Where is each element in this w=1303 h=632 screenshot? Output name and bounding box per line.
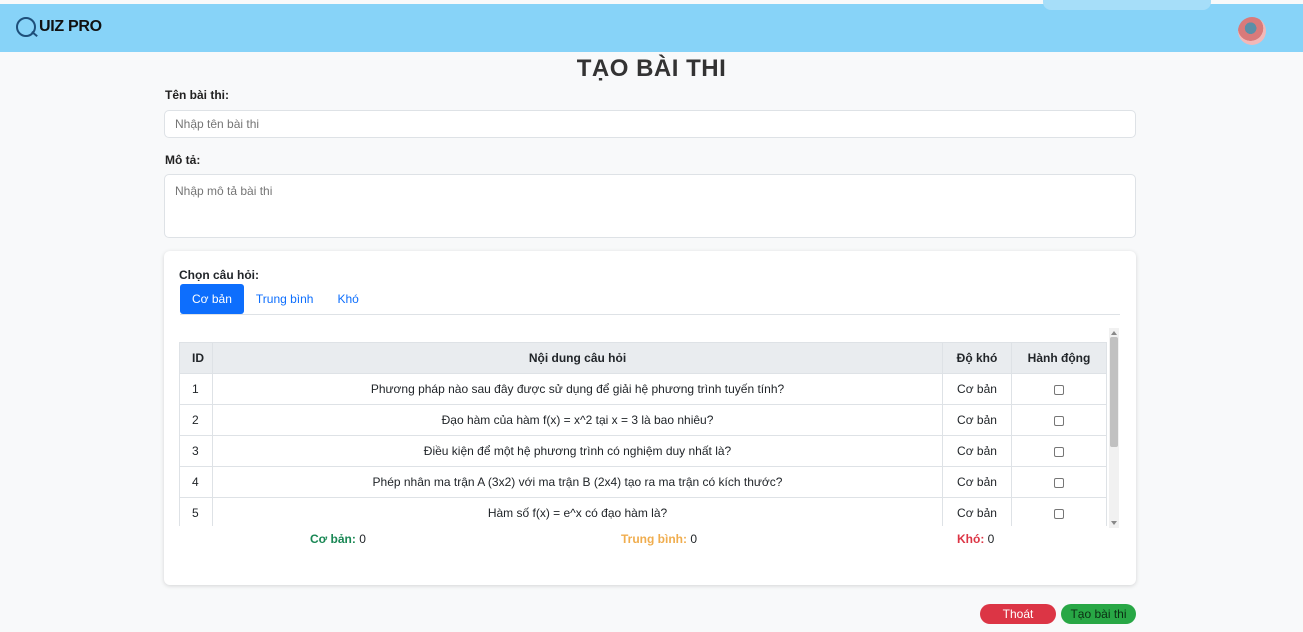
row-difficulty: Cơ bản xyxy=(942,435,1012,467)
exam-name-label: Tên bài thi: xyxy=(165,88,229,102)
logo-text: UIZ PRO xyxy=(39,18,102,35)
scrollbar-thumb[interactable] xyxy=(1110,337,1118,447)
row-action xyxy=(1011,435,1107,467)
row-question: Phương pháp nào sau đây được sử dụng để … xyxy=(212,373,943,405)
table-row: 3 Điều kiện để một hệ phương trình có ng… xyxy=(179,435,1107,467)
column-header-id: ID xyxy=(179,342,213,374)
medium-count: Trung bình: 0 xyxy=(621,532,697,546)
row-id: 3 xyxy=(179,435,213,467)
navbar-search-area[interactable] xyxy=(1043,0,1211,10)
column-header-difficulty: Độ khó xyxy=(942,342,1012,374)
select-checkbox[interactable] xyxy=(1054,477,1064,488)
row-action xyxy=(1011,373,1107,405)
hard-count: Khó: 0 xyxy=(957,532,994,546)
user-avatar[interactable] xyxy=(1238,17,1266,45)
row-question: Phép nhân ma trận A (3x2) với ma trận B … xyxy=(212,466,943,498)
q-circle-icon xyxy=(16,17,36,37)
scroll-up-arrow-icon[interactable] xyxy=(1111,331,1117,335)
row-question: Đạo hàm của hàm f(x) = x^2 tại x = 3 là … xyxy=(212,404,943,436)
app-logo[interactable]: UIZ PRO xyxy=(16,17,102,37)
select-checkbox[interactable] xyxy=(1054,384,1064,395)
basic-count-value: 0 xyxy=(359,532,366,546)
table-scrollbar[interactable] xyxy=(1109,328,1119,528)
top-navbar: UIZ PRO xyxy=(0,0,1303,52)
difficulty-tabs: Cơ bản Trung bình Khó xyxy=(180,284,371,314)
table-row: 5 Hàm số f(x) = e^x có đạo hàm là? Cơ bả… xyxy=(179,497,1107,526)
select-checkbox[interactable] xyxy=(1054,508,1064,519)
basic-count-label: Cơ bản: xyxy=(310,532,356,546)
row-action xyxy=(1011,497,1107,526)
select-checkbox[interactable] xyxy=(1054,415,1064,426)
row-id: 1 xyxy=(179,373,213,405)
column-header-action: Hành động xyxy=(1011,342,1107,374)
row-difficulty: Cơ bản xyxy=(942,373,1012,405)
tab-medium[interactable]: Trung bình xyxy=(244,284,326,314)
medium-count-label: Trung bình: xyxy=(621,532,687,546)
row-difficulty: Cơ bản xyxy=(942,497,1012,526)
table-row: 1 Phương pháp nào sau đây được sử dụng đ… xyxy=(179,373,1107,405)
exit-button[interactable]: Thoát xyxy=(980,604,1056,624)
hard-count-label: Khó: xyxy=(957,532,985,546)
select-checkbox[interactable] xyxy=(1054,446,1064,457)
table-header-row: ID Nội dung câu hỏi Độ khó Hành động xyxy=(179,342,1107,374)
scroll-down-arrow-icon[interactable] xyxy=(1111,521,1117,525)
basic-count: Cơ bản: 0 xyxy=(310,532,366,546)
row-action xyxy=(1011,466,1107,498)
tab-divider xyxy=(180,314,1120,315)
tab-basic[interactable]: Cơ bản xyxy=(180,284,244,314)
medium-count-value: 0 xyxy=(690,532,698,546)
tab-hard[interactable]: Khó xyxy=(325,284,370,314)
description-textarea[interactable] xyxy=(164,174,1136,238)
row-id: 4 xyxy=(179,466,213,498)
choose-questions-label: Chọn câu hỏi: xyxy=(179,268,259,282)
row-id: 5 xyxy=(179,497,213,526)
page-title: TẠO BÀI THI xyxy=(576,55,727,82)
question-table-container: ID Nội dung câu hỏi Độ khó Hành động 1 P… xyxy=(179,342,1107,526)
table-row: 4 Phép nhân ma trận A (3x2) với ma trận … xyxy=(179,466,1107,498)
row-question: Hàm số f(x) = e^x có đạo hàm là? xyxy=(212,497,943,526)
question-picker-card: Chọn câu hỏi: Cơ bản Trung bình Khó ID N… xyxy=(164,251,1136,585)
row-action xyxy=(1011,404,1107,436)
description-label: Mô tả: xyxy=(165,153,201,167)
exam-name-input[interactable] xyxy=(164,110,1136,138)
row-difficulty: Cơ bản xyxy=(942,404,1012,436)
create-exam-button[interactable]: Tạo bài thi xyxy=(1061,604,1136,624)
question-table: ID Nội dung câu hỏi Độ khó Hành động 1 P… xyxy=(179,342,1107,526)
column-header-question: Nội dung câu hỏi xyxy=(212,342,943,374)
row-difficulty: Cơ bản xyxy=(942,466,1012,498)
row-question: Điều kiện để một hệ phương trình có nghi… xyxy=(212,435,943,467)
row-id: 2 xyxy=(179,404,213,436)
table-row: 2 Đạo hàm của hàm f(x) = x^2 tại x = 3 l… xyxy=(179,404,1107,436)
hard-count-value: 0 xyxy=(987,532,995,546)
